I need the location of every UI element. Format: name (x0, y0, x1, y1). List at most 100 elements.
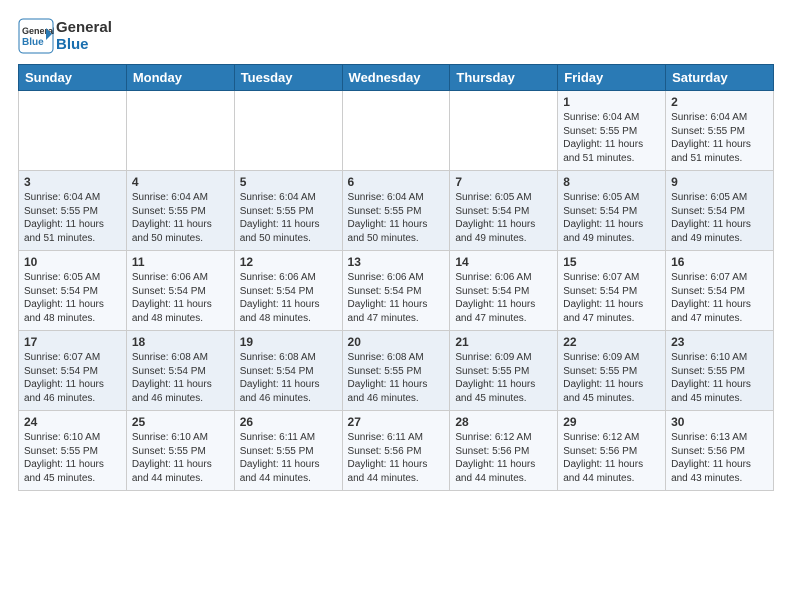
cell-info: Sunrise: 6:04 AM Sunset: 5:55 PM Dayligh… (563, 111, 660, 165)
calendar-cell: 10 Sunrise: 6:05 AM Sunset: 5:54 PM Dayli… (19, 251, 127, 331)
cell-day-number: 4 (132, 175, 229, 189)
cell-info: Sunrise: 6:08 AM Sunset: 5:54 PM Dayligh… (132, 351, 229, 405)
cell-info: Sunrise: 6:05 AM Sunset: 5:54 PM Dayligh… (24, 271, 121, 325)
logo-icon: General Blue (18, 18, 54, 54)
calendar-cell (234, 91, 342, 171)
cell-info: Sunrise: 6:05 AM Sunset: 5:54 PM Dayligh… (671, 191, 768, 245)
cell-day-number: 20 (348, 335, 445, 349)
cell-info: Sunrise: 6:12 AM Sunset: 5:56 PM Dayligh… (455, 431, 552, 485)
cell-info: Sunrise: 6:04 AM Sunset: 5:55 PM Dayligh… (671, 111, 768, 165)
cell-info: Sunrise: 6:12 AM Sunset: 5:56 PM Dayligh… (563, 431, 660, 485)
calendar-cell: 3Sunrise: 6:04 AM Sunset: 5:55 PM Daylig… (19, 171, 127, 251)
cell-info: Sunrise: 6:05 AM Sunset: 5:54 PM Dayligh… (455, 191, 552, 245)
calendar-cell: 19 Sunrise: 6:08 AM Sunset: 5:54 PM Dayli… (234, 331, 342, 411)
cell-day-number: 6 (348, 175, 445, 189)
calendar-cell (126, 91, 234, 171)
calendar-cell: 13 Sunrise: 6:06 AM Sunset: 5:54 PM Dayli… (342, 251, 450, 331)
cell-day-number: 18 (132, 335, 229, 349)
calendar-cell: 18 Sunrise: 6:08 AM Sunset: 5:54 PM Dayli… (126, 331, 234, 411)
calendar-cell: 1 Sunrise: 6:04 AM Sunset: 5:55 PM Daylig… (558, 91, 666, 171)
cell-info: Sunrise: 6:07 AM Sunset: 5:54 PM Dayligh… (24, 351, 121, 405)
cell-info: Sunrise: 6:08 AM Sunset: 5:54 PM Dayligh… (240, 351, 337, 405)
cell-info: Sunrise: 6:11 AM Sunset: 5:56 PM Dayligh… (348, 431, 445, 485)
cell-day-number: 11 (132, 255, 229, 269)
cell-day-number: 8 (563, 175, 660, 189)
cell-day-number: 15 (563, 255, 660, 269)
calendar-header-saturday: Saturday (666, 65, 774, 91)
cell-day-number: 12 (240, 255, 337, 269)
cell-day-number: 13 (348, 255, 445, 269)
calendar-cell: 29 Sunrise: 6:12 AM Sunset: 5:56 PM Dayli… (558, 411, 666, 491)
calendar-cell: 11 Sunrise: 6:06 AM Sunset: 5:54 PM Dayli… (126, 251, 234, 331)
cell-info: Sunrise: 6:09 AM Sunset: 5:55 PM Dayligh… (563, 351, 660, 405)
cell-info: Sunrise: 6:07 AM Sunset: 5:54 PM Dayligh… (671, 271, 768, 325)
cell-day-number: 5 (240, 175, 337, 189)
cell-day-number: 17 (24, 335, 121, 349)
page: General Blue General Blue SundayMondayTu… (0, 0, 792, 501)
cell-info: Sunrise: 6:06 AM Sunset: 5:54 PM Dayligh… (132, 271, 229, 325)
calendar-cell (19, 91, 127, 171)
calendar-header-row: SundayMondayTuesdayWednesdayThursdayFrid… (19, 65, 774, 91)
calendar-cell (450, 91, 558, 171)
calendar-cell: 20 Sunrise: 6:08 AM Sunset: 5:55 PM Dayli… (342, 331, 450, 411)
cell-day-number: 14 (455, 255, 552, 269)
calendar-cell: 8 Sunrise: 6:05 AM Sunset: 5:54 PM Daylig… (558, 171, 666, 251)
cell-info: Sunrise: 6:13 AM Sunset: 5:56 PM Dayligh… (671, 431, 768, 485)
calendar-header-monday: Monday (126, 65, 234, 91)
cell-day-number: 30 (671, 415, 768, 429)
calendar-cell: 6 Sunrise: 6:04 AM Sunset: 5:55 PM Daylig… (342, 171, 450, 251)
calendar-header-friday: Friday (558, 65, 666, 91)
cell-day-number: 3 (24, 175, 121, 189)
cell-day-number: 27 (348, 415, 445, 429)
cell-day-number: 1 (563, 95, 660, 109)
cell-day-number: 10 (24, 255, 121, 269)
calendar-cell: 24 Sunrise: 6:10 AM Sunset: 5:55 PM Dayli… (19, 411, 127, 491)
cell-day-number: 22 (563, 335, 660, 349)
calendar-header-thursday: Thursday (450, 65, 558, 91)
calendar-cell: 21Sunrise: 6:09 AM Sunset: 5:55 PM Dayli… (450, 331, 558, 411)
calendar-cell: 30 Sunrise: 6:13 AM Sunset: 5:56 PM Dayli… (666, 411, 774, 491)
calendar-cell: 2Sunrise: 6:04 AM Sunset: 5:55 PM Daylig… (666, 91, 774, 171)
header: General Blue General Blue (18, 18, 774, 54)
cell-day-number: 16 (671, 255, 768, 269)
calendar-cell: 16 Sunrise: 6:07 AM Sunset: 5:54 PM Dayli… (666, 251, 774, 331)
cell-day-number: 9 (671, 175, 768, 189)
calendar-header-sunday: Sunday (19, 65, 127, 91)
cell-day-number: 24 (24, 415, 121, 429)
cell-day-number: 25 (132, 415, 229, 429)
cell-info: Sunrise: 6:08 AM Sunset: 5:55 PM Dayligh… (348, 351, 445, 405)
calendar-cell: 25 Sunrise: 6:10 AM Sunset: 5:55 PM Dayli… (126, 411, 234, 491)
calendar-cell: 14Sunrise: 6:06 AM Sunset: 5:54 PM Dayli… (450, 251, 558, 331)
cell-day-number: 29 (563, 415, 660, 429)
calendar-cell: 15 Sunrise: 6:07 AM Sunset: 5:54 PM Dayli… (558, 251, 666, 331)
calendar-cell: 12 Sunrise: 6:06 AM Sunset: 5:54 PM Dayli… (234, 251, 342, 331)
cell-info: Sunrise: 6:06 AM Sunset: 5:54 PM Dayligh… (348, 271, 445, 325)
calendar-table: SundayMondayTuesdayWednesdayThursdayFrid… (18, 64, 774, 491)
cell-info: Sunrise: 6:05 AM Sunset: 5:54 PM Dayligh… (563, 191, 660, 245)
calendar-header-tuesday: Tuesday (234, 65, 342, 91)
cell-info: Sunrise: 6:04 AM Sunset: 5:55 PM Dayligh… (240, 191, 337, 245)
cell-info: Sunrise: 6:10 AM Sunset: 5:55 PM Dayligh… (671, 351, 768, 405)
calendar-cell: 27 Sunrise: 6:11 AM Sunset: 5:56 PM Dayli… (342, 411, 450, 491)
cell-day-number: 19 (240, 335, 337, 349)
svg-text:Blue: Blue (22, 37, 44, 48)
cell-day-number: 7 (455, 175, 552, 189)
cell-day-number: 28 (455, 415, 552, 429)
cell-info: Sunrise: 6:04 AM Sunset: 5:55 PM Dayligh… (132, 191, 229, 245)
calendar-week-2: 3 Sunrise: 6:04 AM Sunset: 5:55 PM Daylig… (19, 171, 774, 251)
cell-info: Sunrise: 6:11 AM Sunset: 5:55 PM Dayligh… (240, 431, 337, 485)
calendar-cell (342, 91, 450, 171)
calendar-week-4: 17 Sunrise: 6:07 AM Sunset: 5:54 PM Dayli… (19, 331, 774, 411)
cell-info: Sunrise: 6:04 AM Sunset: 5:55 PM Dayligh… (348, 191, 445, 245)
cell-info: Sunrise: 6:10 AM Sunset: 5:55 PM Dayligh… (132, 431, 229, 485)
calendar-cell: 4 Sunrise: 6:04 AM Sunset: 5:55 PM Daylig… (126, 171, 234, 251)
calendar-cell: 23Sunrise: 6:10 AM Sunset: 5:55 PM Dayli… (666, 331, 774, 411)
calendar-cell: 5 Sunrise: 6:04 AM Sunset: 5:55 PM Daylig… (234, 171, 342, 251)
calendar-cell: 26Sunrise: 6:11 AM Sunset: 5:55 PM Dayli… (234, 411, 342, 491)
calendar-cell: 9 Sunrise: 6:05 AM Sunset: 5:54 PM Daylig… (666, 171, 774, 251)
cell-info: Sunrise: 6:06 AM Sunset: 5:54 PM Dayligh… (240, 271, 337, 325)
cell-info: Sunrise: 6:10 AM Sunset: 5:55 PM Dayligh… (24, 431, 121, 485)
calendar-header-wednesday: Wednesday (342, 65, 450, 91)
logo-text: General Blue (56, 19, 112, 54)
cell-info: Sunrise: 6:07 AM Sunset: 5:54 PM Dayligh… (563, 271, 660, 325)
